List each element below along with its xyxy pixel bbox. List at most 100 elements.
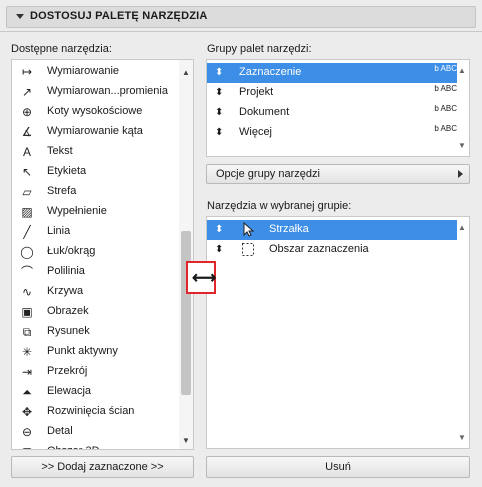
drawing-icon: ⧉ bbox=[22, 325, 32, 339]
list-item-label: Detal bbox=[47, 425, 73, 437]
3d-document-icon: ▢ bbox=[19, 445, 35, 449]
list-item-label: Obszar 3D bbox=[47, 445, 100, 449]
list-item-label: Dokument bbox=[239, 106, 290, 118]
list-item-label: Obszar zaznaczenia bbox=[269, 243, 369, 255]
list-item-label: Koty wysokościowe bbox=[47, 105, 143, 117]
list-item[interactable]: ⌒ Polilinia bbox=[12, 262, 180, 282]
elevation-icon: ⏶ bbox=[22, 385, 32, 399]
list-item[interactable]: ⬍ Zaznaczenie b ABC bbox=[207, 63, 457, 83]
list-item[interactable]: ∿ Krzywa bbox=[12, 282, 180, 302]
drag-handle-icon[interactable]: ⬍ bbox=[215, 106, 223, 120]
list-item[interactable]: ⬍ Dokument b ABC bbox=[207, 103, 457, 123]
list-item-label: Rysunek bbox=[47, 325, 90, 337]
pin-icon[interactable]: b ABC bbox=[423, 65, 457, 73]
list-item-label: Rozwinięcia ścian bbox=[47, 405, 135, 417]
list-item-label: Polilinia bbox=[47, 265, 85, 277]
list-item[interactable]: ↦ Wymiarowanie bbox=[12, 62, 180, 82]
list-item[interactable]: ✳ Punkt aktywny bbox=[12, 342, 180, 362]
add-selected-button[interactable]: >> Dodaj zaznaczone >> bbox=[11, 456, 194, 478]
submenu-arrow-icon bbox=[458, 170, 463, 178]
list-item[interactable]: ╱ Linia bbox=[12, 222, 180, 242]
list-item[interactable]: ▢ Obszar 3D bbox=[12, 442, 180, 449]
list-item[interactable]: ◯ Łuk/okrąg bbox=[12, 242, 180, 262]
pin-icon[interactable]: b ABC bbox=[423, 85, 457, 93]
tools-in-group-label: Narzędzia w wybranej grupie: bbox=[207, 200, 352, 212]
scroll-up-icon[interactable]: ▲ bbox=[458, 223, 466, 232]
group-tools-list[interactable]: ⬍ Strzałka ⬍ Obszar zaznaczenia ▲ ▼ bbox=[206, 216, 470, 449]
groups-scrollbar[interactable]: ▲ ▼ bbox=[455, 60, 469, 156]
list-item[interactable]: ∡ Wymiarowanie kąta bbox=[12, 122, 180, 142]
scroll-up-icon[interactable]: ▲ bbox=[458, 66, 466, 75]
section-icon: ⇥ bbox=[21, 365, 33, 379]
list-item-label: Wymiarowanie bbox=[47, 65, 120, 77]
level-dimension-icon: ⊕ bbox=[21, 105, 33, 119]
scroll-up-icon[interactable]: ▲ bbox=[182, 68, 190, 77]
list-item-label: Projekt bbox=[239, 86, 274, 98]
zone-icon: ▱ bbox=[22, 185, 32, 199]
available-tools-scrollbar[interactable]: ▲ ▼ bbox=[179, 60, 193, 449]
list-item-label: Linia bbox=[47, 225, 71, 237]
panel-header[interactable]: DOSTOSUJ PALETĘ NARZĘDZIA bbox=[0, 0, 482, 32]
list-item[interactable]: ↖ Etykieta bbox=[12, 162, 180, 182]
panel-title: DOSTOSUJ PALETĘ NARZĘDZIA bbox=[30, 10, 208, 22]
text-icon: A bbox=[22, 145, 31, 159]
drag-handle-icon[interactable]: ⬍ bbox=[215, 243, 223, 257]
list-item[interactable]: ⊕ Koty wysokościowe bbox=[12, 102, 180, 122]
list-item-label: Zaznaczenie bbox=[239, 66, 302, 78]
list-item-label: Tekst bbox=[47, 145, 73, 157]
list-item[interactable]: ▱ Strefa bbox=[12, 182, 180, 202]
list-item[interactable]: ⊖ Detal bbox=[12, 422, 180, 442]
list-item-label: Etykieta bbox=[47, 165, 87, 177]
arc-circle-icon: ◯ bbox=[20, 245, 34, 259]
list-item[interactable]: ▨ Wypełnienie bbox=[12, 202, 180, 222]
list-item[interactable]: ⬍ Strzałka bbox=[207, 220, 457, 240]
drag-handle-icon[interactable]: ⬍ bbox=[215, 66, 223, 80]
list-item[interactable]: ⇥ Przekrój bbox=[12, 362, 180, 382]
tool-palette-groups-label: Grupy palet narzędzi: bbox=[207, 43, 312, 55]
group-tools-scrollbar[interactable]: ▲ ▼ bbox=[455, 217, 469, 448]
list-item-label: Przekrój bbox=[47, 365, 88, 377]
list-item[interactable]: ✥ Rozwinięcia ścian bbox=[12, 402, 180, 422]
list-item[interactable]: ↗ Wymiarowan...promienia bbox=[12, 82, 180, 102]
available-tools-label: Dostępne narzędzia: bbox=[11, 43, 112, 55]
marquee-icon bbox=[242, 243, 254, 256]
splitter-handle[interactable]: ⟷ bbox=[186, 261, 216, 294]
image-icon: ▣ bbox=[21, 305, 33, 319]
dimension-icon: ↦ bbox=[21, 65, 33, 79]
scroll-down-icon[interactable]: ▼ bbox=[458, 141, 466, 150]
drag-handle-icon[interactable]: ⬍ bbox=[215, 126, 223, 140]
list-item[interactable]: ⬍ Obszar zaznaczenia bbox=[207, 240, 457, 260]
radial-dimension-icon: ↗ bbox=[21, 85, 33, 99]
drag-handle-icon[interactable]: ⬍ bbox=[215, 223, 223, 237]
list-item[interactable]: ⬍ Projekt b ABC bbox=[207, 83, 457, 103]
detail-icon: ⊖ bbox=[21, 425, 33, 439]
list-item[interactable]: ⏶ Elewacja bbox=[12, 382, 180, 402]
list-item-label: Wymiarowan...promienia bbox=[47, 85, 168, 97]
list-item-label: Strzałka bbox=[269, 223, 309, 235]
pin-icon[interactable]: b ABC bbox=[423, 105, 457, 113]
arrow-icon bbox=[243, 222, 255, 237]
drag-handle-icon[interactable]: ⬍ bbox=[215, 86, 223, 100]
list-item[interactable]: ▣ Obrazek bbox=[12, 302, 180, 322]
available-tools-list[interactable]: ↦ Wymiarowanie ↗ Wymiarowan...promienia ⊕ Kot… bbox=[11, 59, 194, 450]
list-item-label: Strefa bbox=[47, 185, 77, 197]
pin-icon[interactable]: b ABC bbox=[423, 125, 457, 133]
list-item[interactable]: ⧉ Rysunek bbox=[12, 322, 180, 342]
tool-group-options-button[interactable]: Opcje grupy narzędzi bbox=[206, 164, 470, 184]
list-item[interactable]: A Tekst bbox=[12, 142, 180, 162]
scroll-down-icon[interactable]: ▼ bbox=[182, 436, 190, 445]
list-item[interactable]: ⬍ Więcej b ABC bbox=[207, 123, 457, 143]
list-item-label: Obrazek bbox=[47, 305, 89, 317]
list-item-label: Łuk/okrąg bbox=[47, 245, 96, 257]
spline-icon: ∿ bbox=[21, 285, 33, 299]
tool-groups-list[interactable]: ⬍ Zaznaczenie b ABC ⬍ Projekt b ABC ⬍ Dokument b… bbox=[206, 59, 470, 157]
list-item-label: Więcej bbox=[239, 126, 273, 138]
list-item-label: Krzywa bbox=[47, 285, 84, 297]
collapse-triangle-icon[interactable] bbox=[16, 14, 24, 19]
scroll-down-icon[interactable]: ▼ bbox=[458, 433, 466, 442]
list-item-label: Elewacja bbox=[47, 385, 92, 397]
polyline-icon: ⌒ bbox=[20, 265, 33, 279]
tool-group-options-label: Opcje grupy narzędzi bbox=[216, 168, 320, 180]
remove-button[interactable]: Usuń bbox=[206, 456, 470, 478]
scroll-thumb[interactable] bbox=[181, 231, 191, 395]
